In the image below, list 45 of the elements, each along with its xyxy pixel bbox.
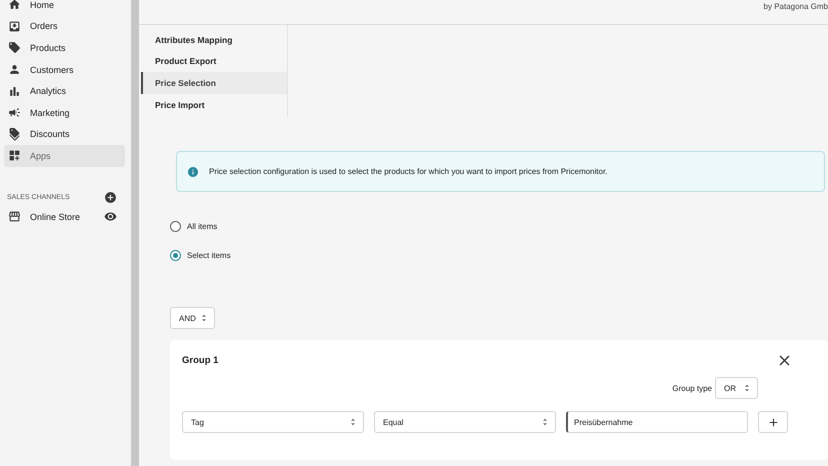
home-icon [8,0,21,12]
sidebar-item[interactable]: Home [4,0,126,16]
subnav-item[interactable]: Product Export [141,50,287,72]
scrollbar[interactable] [131,0,139,466]
value-field[interactable]: Preisübernahme [566,411,748,434]
channel-label: Online Store [30,212,80,222]
group-type-select[interactable]: OR [715,377,758,400]
sidebar-item[interactable]: Analytics [4,80,126,102]
plus-icon [766,416,780,429]
group-title: Group 1 [182,355,218,366]
subnav-item[interactable]: Attributes Mapping [141,29,287,51]
sidebar-item[interactable]: Marketing [4,102,126,124]
sidebar-item[interactable]: Orders [4,16,126,38]
person-icon [8,63,21,76]
subnav-item[interactable]: Price Import [141,94,287,116]
radio-button[interactable] [170,250,181,261]
grid-icon [8,149,21,162]
chevron-icon [349,418,357,426]
field-select[interactable]: Tag [182,411,364,434]
sidebar-item[interactable]: Apps [4,145,126,167]
sidebar-item[interactable]: Products [4,37,126,59]
banner-text: Price selection configuration is used to select the products for which you want to import prices from Pricemonitor. [209,167,608,176]
add-button[interactable] [758,411,788,434]
inbox-icon [8,20,21,33]
sidebar-item[interactable]: Discounts [4,124,126,146]
bar-chart-icon [8,84,21,98]
radio-label: All items [187,222,218,231]
radio-button[interactable] [170,220,181,232]
sidebar-item[interactable]: Online Store [4,206,118,228]
comparison-select[interactable]: Equal [374,411,556,434]
operator-select[interactable]: AND [170,307,215,330]
vendor-text: by Patagona Gmb [764,1,828,11]
sidebar-item[interactable]: Customers [4,58,126,80]
subnav-item[interactable]: Price Selection [141,72,287,94]
chevron-icon [200,314,208,322]
store-icon [8,210,21,224]
info-icon [187,166,199,178]
add-icon[interactable] [104,191,118,204]
eye-icon[interactable] [104,210,118,224]
radio-label: Select items [187,250,231,260]
chevron-icon [743,384,751,392]
chevron-icon [541,418,549,426]
group-type-label: Group type [672,384,712,393]
tag-icon [8,41,21,54]
megaphone-icon [8,106,21,120]
